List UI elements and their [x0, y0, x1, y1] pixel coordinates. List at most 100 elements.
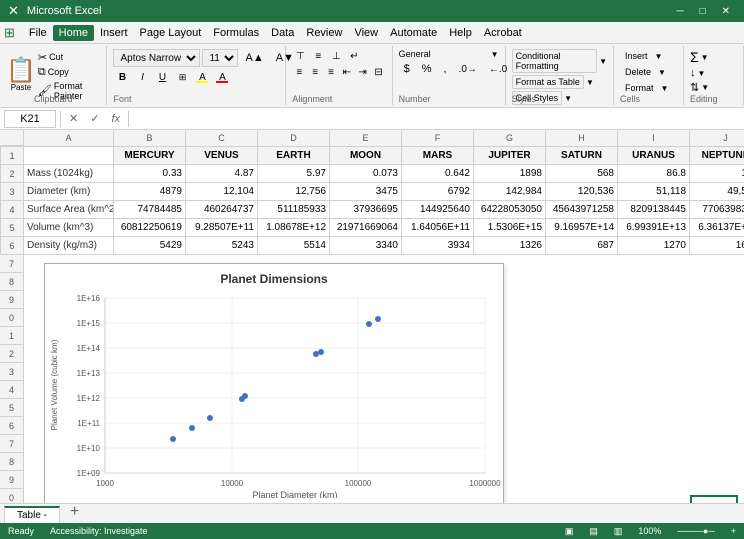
sort-arrow[interactable]: ▼	[701, 83, 709, 92]
italic-button[interactable]: I	[133, 69, 151, 85]
maximize-btn[interactable]: □	[694, 6, 712, 17]
cell-d5[interactable]: 1.08678E+12	[258, 219, 330, 237]
active-cell-k21[interactable]	[690, 495, 738, 503]
cell-d1[interactable]: EARTH	[258, 147, 330, 165]
comma-btn[interactable]: ,	[438, 61, 451, 77]
cell-b3[interactable]: 4879	[114, 183, 186, 201]
format-btn-cells[interactable]: Format	[620, 81, 659, 95]
cell-h2[interactable]: 568	[546, 165, 618, 183]
merge-btn[interactable]: ⊟	[372, 65, 386, 79]
view-break[interactable]: ▥	[614, 526, 623, 537]
cell-reference-input[interactable]	[4, 110, 56, 128]
col-header-c[interactable]: C	[186, 130, 258, 146]
col-header-b[interactable]: B	[114, 130, 186, 146]
zoom-slider[interactable]: ────●─	[677, 526, 714, 536]
cell-d6[interactable]: 5514	[258, 237, 330, 255]
cell-h3[interactable]: 120,536	[546, 183, 618, 201]
cell-e3[interactable]: 3475	[330, 183, 402, 201]
cell-a1[interactable]	[24, 147, 114, 165]
col-header-a[interactable]: A	[24, 130, 114, 146]
cell-e2[interactable]: 0.073	[330, 165, 402, 183]
cell-f4[interactable]: 144925640	[402, 201, 474, 219]
cell-i1[interactable]: URANUS	[618, 147, 690, 165]
cell-e6[interactable]: 3340	[330, 237, 402, 255]
menu-file[interactable]: File	[23, 25, 53, 41]
cut-button[interactable]: ✂ Cut	[38, 51, 101, 64]
col-header-d[interactable]: D	[258, 130, 330, 146]
cell-b4[interactable]: 74784485	[114, 201, 186, 219]
currency-btn[interactable]: $	[399, 61, 415, 77]
cell-c3[interactable]: 12,104	[186, 183, 258, 201]
formula-input[interactable]	[133, 113, 740, 125]
format-arrow[interactable]: ▼	[661, 84, 669, 93]
cell-f3[interactable]: 6792	[402, 183, 474, 201]
menu-help[interactable]: Help	[443, 25, 478, 41]
col-header-h[interactable]: H	[546, 130, 618, 146]
percent-btn[interactable]: %	[417, 61, 437, 77]
sort-filter-btn[interactable]: ⇅ ▼	[690, 81, 737, 94]
cell-j6[interactable]: 1638	[690, 237, 744, 255]
font-family-select[interactable]: Aptos Narrow	[113, 49, 200, 67]
fill-color-button[interactable]: A	[193, 69, 211, 85]
insert-arrow[interactable]: ▼	[655, 52, 663, 61]
cell-d4[interactable]: 511185933	[258, 201, 330, 219]
cell-b6[interactable]: 5429	[114, 237, 186, 255]
cell-g3[interactable]: 142,984	[474, 183, 546, 201]
col-header-i[interactable]: I	[618, 130, 690, 146]
align-right-btn[interactable]: ≡	[324, 65, 338, 79]
cell-h5[interactable]: 9.16957E+14	[546, 219, 618, 237]
cell-h4[interactable]: 45643971258	[546, 201, 618, 219]
paste-button[interactable]: 📋 Paste	[6, 59, 36, 92]
col-header-g[interactable]: G	[474, 130, 546, 146]
zoom-in[interactable]: +	[731, 526, 736, 536]
cell-i4[interactable]: 8209138445	[618, 201, 690, 219]
cell-j4[interactable]: 7706398357	[690, 201, 744, 219]
align-left-btn[interactable]: ≡	[292, 65, 306, 79]
menu-acrobat[interactable]: Acrobat	[478, 25, 528, 41]
cell-i6[interactable]: 1270	[618, 237, 690, 255]
cell-i2[interactable]: 86.8	[618, 165, 690, 183]
indent-increase-btn[interactable]: ⇥	[356, 65, 370, 79]
cell-a3[interactable]: Diameter (km)	[24, 183, 114, 201]
font-color-button[interactable]: A	[213, 69, 231, 85]
cell-i3[interactable]: 51,118	[618, 183, 690, 201]
bold-button[interactable]: B	[113, 69, 131, 85]
menu-formulas[interactable]: Formulas	[207, 25, 265, 41]
cell-g4[interactable]: 64228053050	[474, 201, 546, 219]
fill-arrow[interactable]: ▼	[698, 69, 706, 78]
cell-e5[interactable]: 21971669064	[330, 219, 402, 237]
minimize-btn[interactable]: ─	[670, 6, 689, 17]
align-top-btn[interactable]: ⊤	[292, 49, 308, 63]
cell-e4[interactable]: 37936695	[330, 201, 402, 219]
cell-j1[interactable]: NEPTUNE	[690, 147, 744, 165]
menu-review[interactable]: Review	[300, 25, 348, 41]
cell-a6[interactable]: Density (kg/m3)	[24, 237, 114, 255]
expand-formula-btn[interactable]: ✕	[65, 112, 82, 125]
cell-j5[interactable]: 6.36137E+13	[690, 219, 744, 237]
cell-b5[interactable]: 60812250619	[114, 219, 186, 237]
fx-btn[interactable]: fx	[107, 113, 124, 125]
cell-g6[interactable]: 1326	[474, 237, 546, 255]
delete-arrow[interactable]: ▼	[658, 68, 666, 77]
format-as-table-btn[interactable]: Format as Table	[512, 75, 584, 89]
border-button[interactable]: ⊞	[173, 69, 191, 85]
menu-automate[interactable]: Automate	[384, 25, 443, 41]
align-center-btn[interactable]: ≡	[308, 65, 322, 79]
cell-d3[interactable]: 12,756	[258, 183, 330, 201]
fill-btn[interactable]: ↓ ▼	[690, 67, 737, 79]
align-bottom-btn[interactable]: ⊥	[328, 49, 344, 63]
cell-j2[interactable]: 102	[690, 165, 744, 183]
delete-btn[interactable]: Delete	[620, 65, 656, 79]
menu-view[interactable]: View	[348, 25, 384, 41]
copy-button[interactable]: ⧉ Copy	[38, 66, 101, 79]
col-header-e[interactable]: E	[330, 130, 402, 146]
sum-arrow[interactable]: ▼	[701, 53, 709, 62]
insert-btn[interactable]: Insert	[620, 49, 653, 63]
cell-c5[interactable]: 9.28507E+11	[186, 219, 258, 237]
col-header-j[interactable]: J	[690, 130, 744, 146]
menu-page-layout[interactable]: Page Layout	[134, 25, 208, 41]
cell-g5[interactable]: 1.5306E+15	[474, 219, 546, 237]
increase-decimal-btn[interactable]: .0→	[454, 62, 482, 77]
cell-b1[interactable]: MERCURY	[114, 147, 186, 165]
sheet-tab-active[interactable]: Table -	[4, 506, 60, 523]
